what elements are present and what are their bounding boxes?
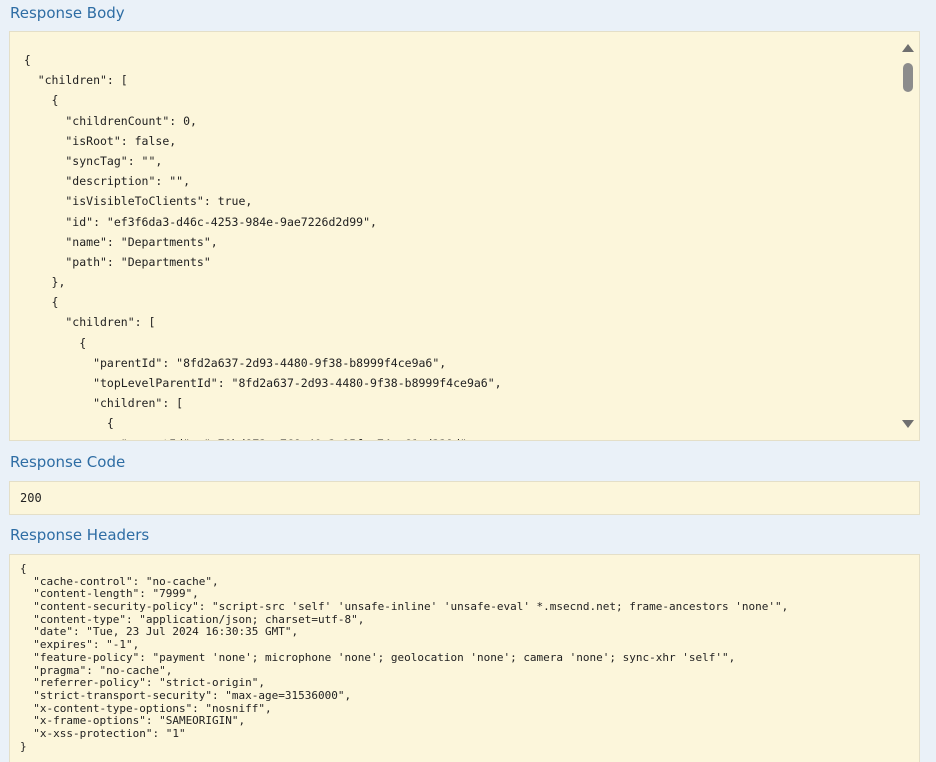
- json-line: {: [10, 93, 59, 108]
- json-line: "childrenCount": 0,: [10, 113, 197, 128]
- json-line: "description": "",: [10, 174, 191, 189]
- json-line: {: [10, 335, 87, 350]
- header-line: "x-xss-protection": "1": [20, 726, 186, 740]
- json-line: "topLevelParentId": "8fd2a637-2d93-4480-…: [10, 376, 502, 390]
- response-headers-panel: { "cache-control": "no-cache", "content-…: [9, 554, 920, 762]
- json-line: {: [10, 416, 114, 431]
- header-line: {: [20, 562, 27, 575]
- json-line: "parentId": "8fd2a637-2d93-4480-9f38-b89…: [10, 355, 447, 370]
- scrollbar-thumb[interactable]: [903, 63, 913, 92]
- response-body-content: { "children": [ { "childrenCount": 0, "i…: [10, 50, 502, 440]
- header-line: "referrer-policy": "strict-origin",: [20, 676, 266, 690]
- json-line: "name": "Departments",: [10, 234, 218, 249]
- json-line: "path": "Departments": [10, 254, 211, 269]
- response-code-panel: 200: [9, 481, 920, 515]
- chevron-up-icon[interactable]: [902, 44, 914, 52]
- response-body-scrollbar[interactable]: [897, 32, 919, 440]
- header-line: "feature-policy": "payment 'none'; micro…: [20, 650, 736, 664]
- json-line: "id": "ef3f6da3-d46c-4253-984e-9ae7226d2…: [10, 214, 377, 229]
- json-line: },: [10, 275, 66, 290]
- response-code-value: 200: [20, 491, 42, 505]
- response-headers-title: Response Headers: [10, 526, 150, 544]
- json-line: "syncTag": "",: [10, 153, 163, 168]
- header-line: "strict-transport-security": "max-age=31…: [20, 688, 352, 702]
- json-line: "isRoot": false,: [10, 133, 177, 148]
- header-line: "expires": "-1",: [20, 638, 140, 652]
- response-headers-content: { "cache-control": "no-cache", "content-…: [20, 562, 789, 753]
- json-line: "children": [: [10, 396, 184, 411]
- json-line: "parentId": "c70bd872-e768-40e3-95fe-74e…: [10, 434, 502, 440]
- header-line: }: [20, 739, 27, 753]
- response-code-title: Response Code: [10, 453, 126, 471]
- json-line: {: [10, 53, 31, 67]
- json-line: "children": [: [10, 73, 128, 88]
- response-body-title: Response Body: [10, 4, 125, 22]
- json-line: "children": [: [10, 315, 156, 330]
- response-body-panel[interactable]: { "children": [ { "childrenCount": 0, "i…: [9, 31, 920, 441]
- json-line: {: [10, 295, 59, 310]
- json-line: "isVisibleToClients": true,: [10, 194, 253, 209]
- chevron-down-icon[interactable]: [902, 420, 914, 428]
- header-line: "content-security-policy": "script-src '…: [20, 600, 789, 614]
